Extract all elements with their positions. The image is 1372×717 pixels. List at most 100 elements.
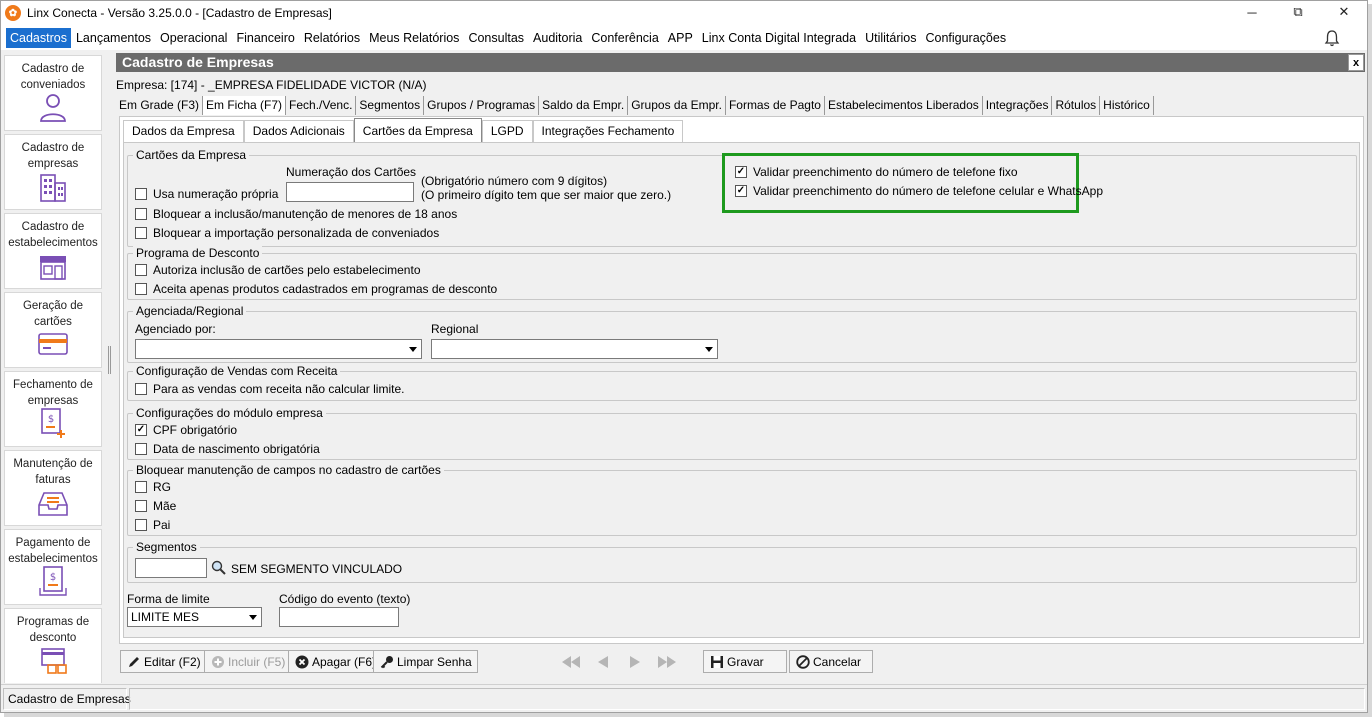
- tab-lgpd[interactable]: LGPD: [481, 120, 533, 142]
- chevron-down-icon[interactable]: [405, 341, 420, 357]
- editar-button[interactable]: Editar (F2): [120, 650, 207, 673]
- tab-estabelecimentos-liberados[interactable]: Estabelecimentos Liberados: [825, 96, 983, 115]
- main-tabs: Em Grade (F3) Em Ficha (F7) Fech./Venc. …: [116, 96, 1154, 115]
- numeracao-hint-2: (O primeiro dígito tem que ser maior que…: [421, 188, 672, 202]
- gravar-button[interactable]: Gravar: [703, 650, 787, 673]
- search-icon[interactable]: [211, 560, 226, 575]
- sidebar-item-label: Geração de cartões: [22, 300, 84, 328]
- splitter-grip[interactable]: [108, 346, 111, 374]
- numeracao-input[interactable]: [286, 182, 414, 202]
- sidebar-item-label: Cadastro de empresas: [21, 142, 85, 170]
- cancelar-label: Cancelar: [813, 654, 862, 669]
- sidebar-item-manutencao-faturas[interactable]: Manutenção de faturas: [4, 450, 102, 526]
- sidebar-item-programas-desconto[interactable]: Programas de desconto: [4, 608, 102, 683]
- chevron-down-icon[interactable]: [245, 609, 260, 625]
- first-record-icon[interactable]: [560, 654, 582, 670]
- sidebar: Cadastro de conveniados Cadastro de empr…: [1, 53, 107, 683]
- menu-operacional[interactable]: Operacional: [156, 28, 231, 48]
- limpar-senha-button[interactable]: Limpar Senha: [373, 650, 478, 673]
- status-cell-empty: [129, 688, 1365, 710]
- forma-limite-select[interactable]: LIMITE MES: [127, 607, 262, 627]
- tab-em-grade[interactable]: Em Grade (F3): [116, 96, 204, 115]
- menu-bar: Cadastros Lançamentos Operacional Financ…: [1, 25, 1367, 50]
- invoice-add-icon: $: [41, 408, 65, 438]
- menu-relatorios[interactable]: Relatórios: [300, 28, 364, 48]
- next-record-icon[interactable]: [624, 654, 646, 670]
- maximize-button[interactable]: ⧉: [1275, 1, 1321, 23]
- app-window: ✿ Linx Conecta - Versão 3.25.0.0 - [Cada…: [0, 0, 1368, 713]
- checkbox-box: [135, 443, 147, 455]
- nascimento-obrigatoria-checkbox[interactable]: Data de nascimento obrigatória: [135, 442, 320, 456]
- bloquear-menores-checkbox[interactable]: Bloquear a inclusão/manutenção de menore…: [135, 207, 457, 221]
- bloquear-campos-group: Bloquear manutenção de campos no cadastr…: [127, 463, 1357, 536]
- sidebar-item-geracao-cartoes[interactable]: Geração de cartões: [4, 292, 102, 368]
- agenciado-select[interactable]: [135, 339, 422, 359]
- minimize-button[interactable]: ─: [1229, 1, 1275, 23]
- bottom-toolbar: Editar (F2) Incluir (F5) Apagar (F6) Lim…: [116, 646, 1365, 679]
- tab-dados-adicionais[interactable]: Dados Adicionais: [243, 120, 354, 142]
- previous-record-icon[interactable]: [592, 654, 614, 670]
- panel-close-button[interactable]: x: [1348, 54, 1364, 71]
- tab-fech-venc[interactable]: Fech./Venc.: [286, 96, 357, 115]
- tab-grupos-empr[interactable]: Grupos da Empr.: [628, 96, 726, 115]
- regional-select[interactable]: [431, 339, 718, 359]
- validar-fixo-checkbox[interactable]: ✓ Validar preenchimento do número de tele…: [735, 165, 1018, 179]
- tab-dados-empresa[interactable]: Dados da Empresa: [123, 120, 244, 142]
- tab-grupos-programas[interactable]: Grupos / Programas: [424, 96, 540, 115]
- cancelar-button[interactable]: Cancelar: [789, 650, 873, 673]
- aceita-produtos-checkbox[interactable]: Aceita apenas produtos cadastrados em pr…: [135, 282, 497, 296]
- menu-configuracoes[interactable]: Configurações: [921, 28, 1010, 48]
- window-title: Linx Conecta - Versão 3.25.0.0 - [Cadast…: [27, 6, 332, 20]
- tab-integracoes-fechamento[interactable]: Integrações Fechamento: [532, 120, 684, 142]
- forma-limite-value: LIMITE MES: [131, 610, 200, 624]
- menu-consultas[interactable]: Consultas: [464, 28, 528, 48]
- checkbox-box: [135, 227, 147, 239]
- menu-app[interactable]: APP: [664, 28, 697, 48]
- autoriza-inclusao-checkbox[interactable]: Autoriza inclusão de cartões pelo estabe…: [135, 263, 421, 277]
- tab-historico[interactable]: Histórico: [1100, 96, 1154, 115]
- segmento-input[interactable]: [135, 558, 207, 578]
- tab-segmentos[interactable]: Segmentos: [356, 96, 425, 115]
- tab-saldo-empr[interactable]: Saldo da Empr.: [539, 96, 629, 115]
- menu-conferencia[interactable]: Conferência: [587, 28, 662, 48]
- usa-numeracao-checkbox[interactable]: Usa numeração própria: [135, 187, 278, 201]
- menu-meus-relatorios[interactable]: Meus Relatórios: [365, 28, 463, 48]
- menu-auditoria[interactable]: Auditoria: [529, 28, 586, 48]
- menu-linx-conta-digital[interactable]: Linx Conta Digital Integrada: [698, 28, 860, 48]
- nao-calcular-limite-checkbox[interactable]: Para as vendas com receita não calcular …: [135, 382, 404, 396]
- checkbox-box: [135, 481, 147, 493]
- checkbox-box: [135, 500, 147, 512]
- agenciada-group: Agenciada/Regional Agenciado por: Region…: [127, 304, 1357, 363]
- sidebar-item-pagamento-estabelecimentos[interactable]: Pagamento de estabelecimentos $: [4, 529, 102, 605]
- menu-cadastros[interactable]: Cadastros: [6, 27, 71, 48]
- main-panel: Cadastro de Empresas x Empresa: [174] - …: [116, 53, 1365, 681]
- tab-integracoes[interactable]: Integrações: [983, 96, 1053, 115]
- rg-checkbox[interactable]: RG: [135, 480, 171, 494]
- tab-formas-pagto[interactable]: Formas de Pagto: [726, 96, 825, 115]
- checkbox-box: [135, 519, 147, 531]
- menu-lancamentos[interactable]: Lançamentos: [72, 28, 155, 48]
- menu-utilitarios[interactable]: Utilitários: [861, 28, 920, 48]
- bloquear-importacao-checkbox[interactable]: Bloquear a importação personalizada de c…: [135, 226, 439, 240]
- validar-celular-checkbox[interactable]: ✓ Validar preenchimento do número de tele…: [735, 184, 1103, 198]
- codigo-evento-input[interactable]: [279, 607, 399, 627]
- tab-rotulos[interactable]: Rótulos: [1052, 96, 1101, 115]
- menu-financeiro[interactable]: Financeiro: [232, 28, 298, 48]
- sidebar-item-cadastro-estabelecimentos[interactable]: Cadastro de estabelecimentos: [4, 213, 102, 289]
- chevron-down-icon[interactable]: [701, 341, 716, 357]
- last-record-icon[interactable]: [656, 654, 678, 670]
- cpf-obrigatorio-checkbox[interactable]: ✓ CPF obrigatório: [135, 423, 237, 437]
- mae-checkbox[interactable]: Mãe: [135, 499, 176, 513]
- sidebar-item-cadastro-conveniados[interactable]: Cadastro de conveniados: [4, 55, 102, 131]
- editar-label: Editar (F2): [144, 654, 201, 669]
- close-window-button[interactable]: ✕: [1321, 1, 1367, 23]
- apagar-button[interactable]: Apagar (F6): [288, 650, 383, 673]
- pai-checkbox[interactable]: Pai: [135, 518, 170, 532]
- incluir-button[interactable]: Incluir (F5): [204, 650, 292, 673]
- tab-em-ficha[interactable]: Em Ficha (F7): [203, 96, 287, 115]
- sidebar-item-fechamento-empresas[interactable]: Fechamento de empresas $: [4, 371, 102, 447]
- sidebar-item-cadastro-empresas[interactable]: Cadastro de empresas: [4, 134, 102, 210]
- bell-icon[interactable]: [1323, 29, 1341, 47]
- tab-cartoes-empresa[interactable]: Cartões da Empresa: [353, 118, 482, 142]
- pai-label: Pai: [153, 518, 171, 532]
